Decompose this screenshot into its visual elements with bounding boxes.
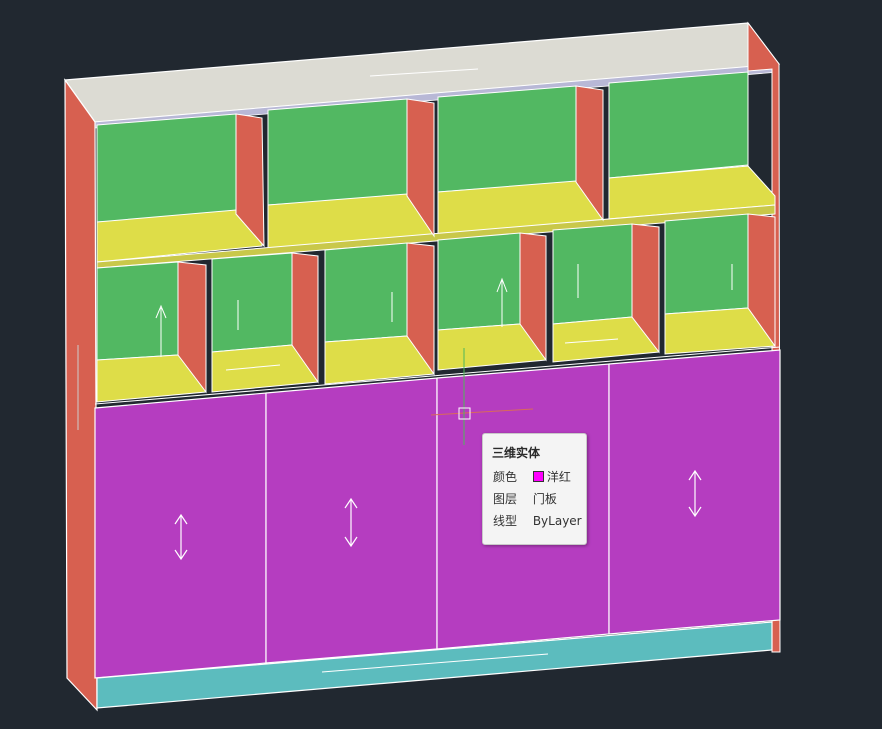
cad-viewport[interactable]: 三维实体 颜色 洋红 图层 门板 线型 ByLayer [0, 0, 882, 729]
tooltip-row-color: 颜色 洋红 [493, 469, 571, 485]
back-panel-lower-2[interactable] [211, 252, 293, 353]
linetype-label: 线型 [493, 514, 518, 528]
back-panel-lower-4[interactable] [437, 232, 521, 331]
left-side-panel[interactable] [64, 78, 98, 712]
back-panel-upper-4[interactable] [608, 71, 749, 179]
layer-label: 图层 [493, 492, 518, 506]
back-panel-lower-6[interactable] [664, 213, 749, 315]
color-value-text: 洋红 [546, 470, 571, 484]
linetype-value: ByLayer [532, 514, 582, 528]
back-panel-lower-1[interactable] [96, 261, 179, 361]
back-panel-upper-2[interactable] [267, 98, 408, 206]
layer-value: 门板 [532, 492, 557, 506]
tooltip-row-layer: 图层 门板 [493, 491, 557, 507]
back-panel-lower-5[interactable] [552, 223, 633, 325]
cabinet-3d-model [63, 21, 781, 712]
color-label: 颜色 [493, 470, 518, 484]
tooltip-row-linetype: 线型 ByLayer [493, 513, 582, 529]
back-panel-upper-1[interactable] [96, 113, 237, 223]
back-panel-lower-3[interactable] [324, 242, 408, 343]
tooltip-title: 三维实体 [492, 446, 541, 460]
quick-properties-tooltip: 三维实体 颜色 洋红 图层 门板 线型 ByLayer [482, 433, 587, 545]
color-value: 洋红 [532, 469, 571, 485]
color-swatch-icon [532, 471, 544, 482]
back-panel-upper-3[interactable] [437, 85, 577, 193]
